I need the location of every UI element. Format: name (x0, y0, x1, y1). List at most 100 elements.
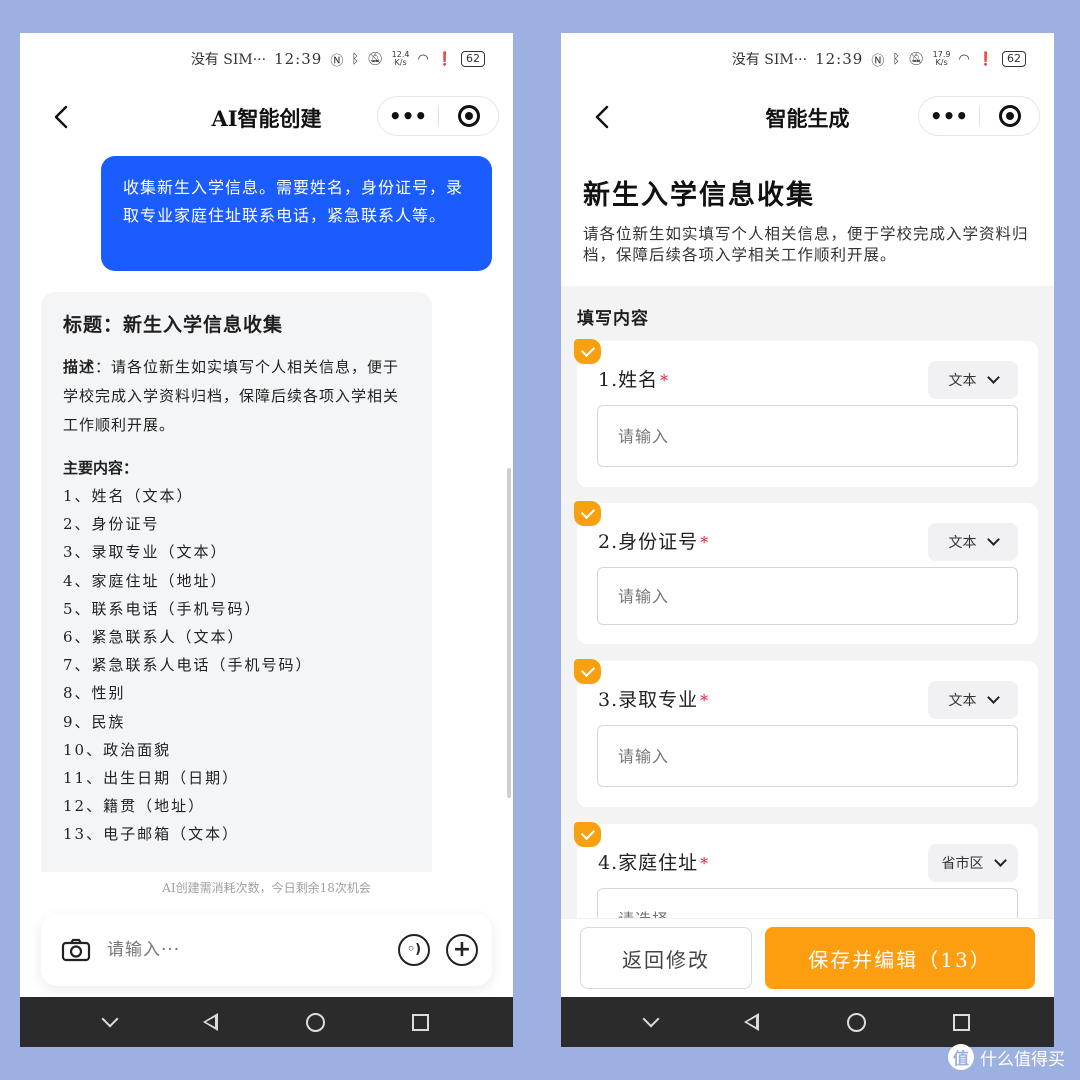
check-icon[interactable] (574, 822, 601, 847)
back-to-edit-button[interactable]: 返回修改 (580, 927, 752, 989)
field-type-value: 文本 (948, 693, 977, 709)
system-nav-bar (561, 997, 1054, 1047)
ai-response-card: 标题：新生入学信息收集 描述：请各位新生如实填写个人相关信息，便于学校完成入学资… (41, 292, 432, 872)
list-item: 2、身份证号 (63, 515, 160, 534)
nav-bar: AI智能创建 ••• (20, 93, 513, 141)
field-type-select[interactable]: 省市区 (928, 844, 1018, 882)
watermark: 值 什么值得买 (948, 1044, 1065, 1070)
system-back-icon[interactable] (203, 1013, 219, 1031)
bluetooth-icon: ᛒ (351, 51, 360, 67)
target-icon (998, 105, 1021, 127)
right-phone-screen: 没有 SIM··· 12:39 Ⓝ ᛒ 🔕︎ 17.9 K/s ◠ ❗ 62 智能… (561, 33, 1054, 1047)
field-label-text: 4.家庭住址 (598, 852, 699, 874)
mute-icon: 🔕︎ (367, 51, 384, 67)
close-miniprogram-button[interactable] (439, 105, 498, 127)
mini-program-capsule: ••• (377, 96, 499, 136)
close-miniprogram-button[interactable] (980, 105, 1039, 127)
check-icon[interactable] (574, 339, 601, 364)
chevron-down-icon (986, 533, 1000, 546)
id-number-input[interactable] (597, 567, 1018, 625)
ai-card-title: 标题：新生入学信息收集 (63, 314, 284, 336)
chevron-down-icon (986, 691, 1000, 704)
voice-input-icon[interactable]: ◦) (398, 934, 430, 966)
network-speed: 12.4 K/s (392, 51, 410, 67)
system-back-icon[interactable] (744, 1013, 760, 1031)
quota-note: AI创建需消耗次数，今日剩余18次机会 (162, 881, 371, 895)
chat-input[interactable] (107, 940, 382, 960)
content-label: 主要内容： (63, 459, 139, 477)
system-home-icon[interactable] (846, 1012, 866, 1032)
list-item: 9、民族 (63, 712, 126, 731)
nfc-icon: Ⓝ (330, 53, 344, 69)
field-label-text: 2.身份证号 (598, 531, 699, 553)
chevron-down-icon (986, 371, 1000, 384)
nfc-icon: Ⓝ (871, 53, 885, 69)
form-header: 新生入学信息收集 请各位新生如实填写个人相关信息，便于学校完成入学资料归档，保障… (583, 173, 1033, 266)
field-label: 4.家庭住址 * (598, 848, 709, 875)
speed-unit: K/s (935, 58, 948, 67)
field-label: 2.身份证号 * (598, 527, 709, 554)
wifi-icon: ◠ (958, 51, 970, 67)
list-item: 1、姓名（文本） (63, 487, 194, 505)
bluetooth-icon: ᛒ (892, 51, 901, 67)
bottom-action-bar: 返回修改 保存并编辑（13） (561, 918, 1054, 997)
field-type-value: 文本 (948, 373, 977, 389)
watermark-text: 什么值得买 (980, 1049, 1065, 1070)
form-body: 填写内容 1.姓名* 文本 2.身份证号* 文本 3.录取专业* 文本 4.家庭… (561, 286, 1054, 970)
save-and-edit-button[interactable]: 保存并编辑（13） (765, 927, 1035, 989)
more-menu-icon[interactable]: ••• (378, 106, 438, 126)
scrollbar[interactable] (507, 468, 511, 798)
desc-label: 描述 (63, 358, 96, 376)
alert-icon: ❗ (977, 51, 994, 67)
chevron-down-icon (993, 854, 1007, 867)
chat-input-bar: ◦) + (41, 914, 492, 986)
field-card-major: 3.录取专业 * 文本 (574, 659, 1038, 807)
collapse-nav-icon[interactable] (101, 1010, 119, 1028)
desc-text: ：请各位新生如实填写个人相关信息，便于学校完成入学资料归档，保障后续各项入学相关… (63, 358, 400, 434)
list-item: 10、政治面貌 (63, 740, 172, 759)
target-icon (457, 105, 480, 127)
list-item: 13、电子邮箱（文本） (63, 825, 240, 844)
field-type-select[interactable]: 文本 (928, 681, 1018, 719)
section-label: 填写内容 (577, 309, 649, 329)
check-icon[interactable] (574, 501, 601, 526)
network-speed: 17.9 K/s (933, 51, 951, 67)
system-home-icon[interactable] (305, 1012, 325, 1032)
field-label-text: 1.姓名 (598, 369, 659, 391)
field-type-value: 文本 (948, 535, 977, 551)
carrier-label: 没有 SIM··· (190, 52, 267, 68)
required-mark: * (700, 533, 710, 552)
camera-icon[interactable] (61, 938, 91, 962)
content-list: 1、姓名（文本） 2、身份证号 3、录取专业（文本） 4、家庭住址（地址） 5、… (63, 482, 410, 849)
battery-icon: 62 (461, 51, 485, 67)
field-label-text: 3.录取专业 (598, 689, 699, 711)
name-input[interactable] (597, 405, 1018, 467)
form-description: 请各位新生如实填写个人相关信息，便于学校完成入学资料归档，保障后续各项入学相关工… (583, 225, 1029, 264)
field-card-id-number: 2.身份证号 * 文本 (574, 501, 1038, 644)
clock: 12:39 (274, 50, 323, 68)
more-menu-icon[interactable]: ••• (919, 106, 979, 126)
user-message-bubble: 收集新生入学信息。需要姓名，身份证号，录取专业家庭住址联系电话，紧急联系人等。 (101, 156, 492, 271)
major-input[interactable] (597, 725, 1018, 787)
list-item: 4、家庭住址（地址） (63, 571, 228, 590)
collapse-nav-icon[interactable] (642, 1010, 660, 1028)
status-bar: 没有 SIM··· 12:39 Ⓝ ᛒ 🔕︎ 17.9 K/s ◠ ❗ 62 (732, 49, 1026, 69)
field-type-select[interactable]: 文本 (928, 361, 1018, 399)
list-item: 12、籍贯（地址） (63, 797, 206, 816)
clock: 12:39 (815, 50, 864, 68)
system-recents-icon[interactable] (412, 1013, 430, 1031)
field-type-select[interactable]: 文本 (928, 523, 1018, 561)
wifi-icon: ◠ (417, 51, 429, 67)
required-mark: * (700, 854, 710, 873)
list-item: 3、录取专业（文本） (63, 543, 228, 562)
battery-icon: 62 (1002, 51, 1026, 67)
check-icon[interactable] (574, 659, 601, 684)
field-type-value: 省市区 (941, 856, 984, 872)
list-item: 11、出生日期（日期） (63, 769, 240, 788)
field-label: 1.姓名 * (598, 365, 669, 392)
add-icon[interactable]: + (446, 934, 478, 966)
field-label: 3.录取专业 * (598, 685, 709, 712)
system-recents-icon[interactable] (953, 1013, 971, 1031)
nav-bar: 智能生成 ••• (561, 93, 1054, 141)
ai-card-description: 描述：请各位新生如实填写个人相关信息，便于学校完成入学资料归档，保障后续各项入学… (63, 353, 410, 440)
